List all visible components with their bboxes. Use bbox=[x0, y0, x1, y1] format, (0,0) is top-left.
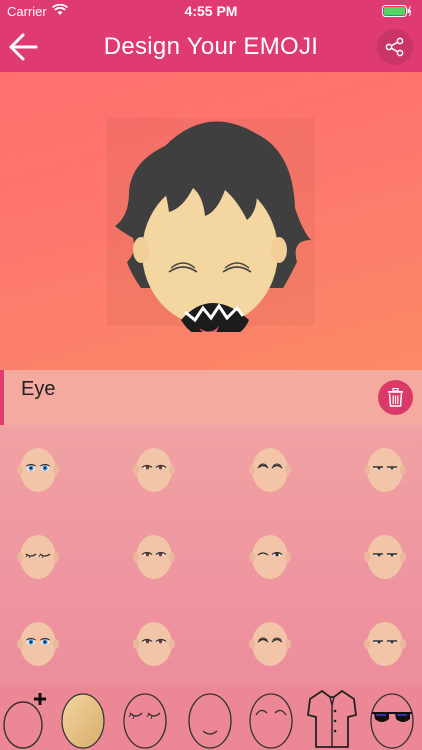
nav-bar: Design Your EMOJI bbox=[0, 22, 422, 72]
eye-option-blue-open[interactable] bbox=[8, 438, 68, 500]
share-icon[interactable] bbox=[377, 29, 413, 65]
eye-option-brown-open[interactable] bbox=[124, 612, 184, 674]
trash-icon[interactable] bbox=[378, 380, 413, 415]
eye-option-brown-open[interactable] bbox=[124, 525, 184, 587]
eye-option-sleepy-half[interactable] bbox=[355, 525, 415, 587]
category-label: Eye bbox=[21, 378, 56, 400]
eye-option-sleepy-half[interactable] bbox=[355, 612, 415, 674]
add-face-icon[interactable] bbox=[2, 689, 50, 749]
shirt-icon[interactable] bbox=[306, 689, 358, 749]
mouth-icon[interactable] bbox=[186, 689, 234, 749]
back-arrow-icon[interactable] bbox=[6, 30, 42, 64]
eye-option-closed-lashes[interactable] bbox=[8, 525, 68, 587]
glasses-icon[interactable] bbox=[368, 689, 416, 749]
eye-option-happy-closed[interactable] bbox=[240, 612, 300, 674]
status-bar: Carrier 4:55 PM bbox=[0, 0, 422, 22]
eye-option-wink[interactable] bbox=[240, 525, 300, 587]
category-bar: Eye bbox=[0, 370, 422, 425]
category-toolbar bbox=[0, 687, 422, 750]
skin-color-icon[interactable] bbox=[59, 689, 107, 749]
emoji-preview bbox=[0, 72, 422, 370]
emoji-avatar bbox=[115, 121, 311, 332]
battery-icon bbox=[382, 5, 412, 20]
eye-options-grid bbox=[0, 425, 422, 687]
page-title: Design Your EMOJI bbox=[103, 33, 319, 60]
clock: 4:55 PM bbox=[184, 3, 238, 19]
eye-option-blue-open[interactable] bbox=[8, 612, 68, 674]
eyebrows-icon[interactable] bbox=[247, 689, 295, 749]
eye-option-sleepy-half[interactable] bbox=[355, 438, 415, 500]
category-accent bbox=[0, 370, 4, 425]
eye-option-brown-open[interactable] bbox=[124, 438, 184, 500]
eyes-icon[interactable] bbox=[121, 689, 169, 749]
eye-option-happy-closed[interactable] bbox=[240, 438, 300, 500]
